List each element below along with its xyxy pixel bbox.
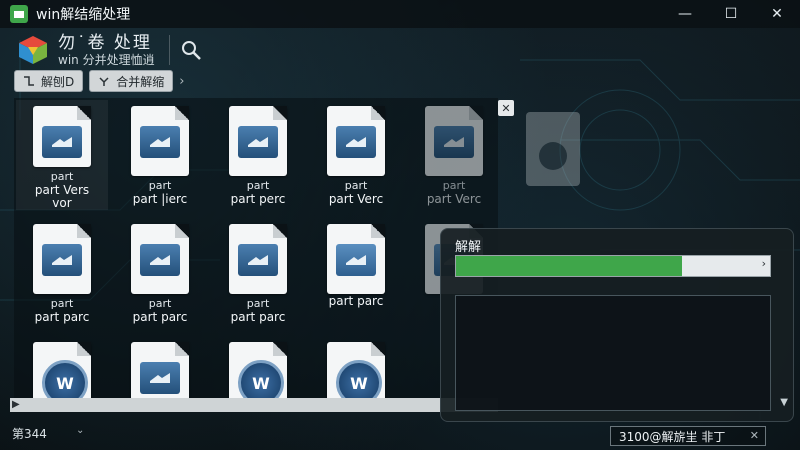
file-name-line: vor xyxy=(52,196,72,210)
file-name-line: part xyxy=(148,297,172,310)
file-tile[interactable]: part part parc xyxy=(114,218,206,328)
app-icon xyxy=(10,5,28,23)
file-tile[interactable]: part parc xyxy=(310,218,402,328)
file-tile[interactable]: part part Vers vor xyxy=(16,100,108,210)
extract-icon xyxy=(24,76,34,86)
divider xyxy=(168,35,170,65)
toolbar: 解刨D 合并解缩 › xyxy=(14,70,184,92)
document-icon xyxy=(425,106,483,176)
file-tile[interactable]: W xyxy=(212,336,304,398)
file-grid: part part Vers vor part part |ierc part part p… xyxy=(14,100,494,398)
document-icon xyxy=(33,224,91,294)
status-info-text: 3100@解旂㞷 ⾮丁 xyxy=(619,429,726,444)
file-name-line: part xyxy=(148,179,172,192)
progress-panel: 解解 › ▼ xyxy=(440,228,794,422)
file-name-line: part |ierc xyxy=(132,192,188,206)
progress-fill xyxy=(456,256,683,276)
file-name-line: part Verc xyxy=(426,192,482,206)
document-icon xyxy=(131,342,189,398)
word-document-icon: W xyxy=(229,342,287,398)
file-name-line: part Verc xyxy=(328,192,384,206)
caret-down-icon[interactable]: ⌄ xyxy=(76,425,84,436)
status-count: 第344 xyxy=(12,427,47,441)
file-tile[interactable]: W xyxy=(310,336,402,398)
progress-arrow-icon: › xyxy=(761,257,766,270)
horizontal-scrollbar[interactable]: ▶ xyxy=(10,398,498,412)
file-tile[interactable]: part part parc xyxy=(212,218,304,328)
file-name-line: part perc xyxy=(230,192,286,206)
file-tile[interactable]: W xyxy=(16,336,108,398)
logo-icon xyxy=(19,36,47,64)
merge-icon xyxy=(99,77,109,86)
app-subtitle: win 分并处理恤逍 xyxy=(58,53,155,67)
file-tile[interactable] xyxy=(114,336,206,398)
file-name-line: part Vers xyxy=(34,183,90,197)
file-name-line: part xyxy=(344,179,368,192)
file-tile[interactable]: part part parc xyxy=(16,218,108,328)
file-name-line: part parc xyxy=(132,310,188,324)
settings-document-icon xyxy=(327,224,385,294)
document-icon xyxy=(327,106,385,176)
file-name-line: part xyxy=(50,170,74,183)
merge-extract-label: 合并解缩 xyxy=(116,74,165,89)
title-bar: win解结缩处理 — ☐ ✕ xyxy=(0,0,800,28)
search-icon[interactable] xyxy=(180,39,202,61)
breadcrumb-chevron-icon: › xyxy=(179,73,185,89)
word-document-icon: W xyxy=(33,342,91,398)
file-name-line: part xyxy=(246,179,270,192)
document-icon xyxy=(131,224,189,294)
merge-extract-button[interactable]: 合并解缩 xyxy=(89,70,174,92)
document-icon xyxy=(229,224,287,294)
close-button[interactable]: ✕ xyxy=(754,0,800,28)
file-name-line: part xyxy=(442,179,466,192)
maximize-button[interactable]: ☐ xyxy=(708,0,754,28)
progress-bar: › xyxy=(455,255,771,277)
document-icon xyxy=(131,106,189,176)
close-icon[interactable]: ✕ xyxy=(750,429,759,442)
minimize-button[interactable]: — xyxy=(662,0,708,28)
scroll-down-icon[interactable]: ▼ xyxy=(780,397,788,408)
document-icon xyxy=(229,106,287,176)
app-header: 勿˙卷 处理 win 分并处理恤逍 xyxy=(0,28,800,72)
window-title: win解结缩处理 xyxy=(36,7,131,23)
document-icon xyxy=(33,106,91,167)
scroll-right-icon[interactable]: ▶ xyxy=(12,399,20,410)
file-tile[interactable]: part part Verc xyxy=(408,100,494,210)
file-name-line: part xyxy=(50,297,74,310)
preview-close-icon[interactable]: ✕ xyxy=(498,100,514,116)
progress-title: 解解 xyxy=(455,240,482,255)
file-name-line: part xyxy=(246,297,270,310)
file-tile[interactable]: part part perc xyxy=(212,100,304,210)
file-tile[interactable]: part part Verc xyxy=(310,100,402,210)
log-area[interactable]: ▼ xyxy=(455,295,788,411)
file-tile[interactable]: part part |ierc xyxy=(114,100,206,210)
preview-document-icon xyxy=(526,112,580,186)
extract-label: 解刨D xyxy=(41,74,75,89)
word-document-icon: W xyxy=(327,342,385,398)
app-name: 勿˙卷 处理 xyxy=(58,33,152,53)
file-name-line: part parc xyxy=(230,310,286,324)
file-name-line: part parc xyxy=(34,310,90,324)
status-info[interactable]: 3100@解旂㞷 ⾮丁 ✕ xyxy=(610,426,766,446)
extract-button[interactable]: 解刨D xyxy=(14,70,84,92)
file-name-line: part parc xyxy=(328,294,384,308)
